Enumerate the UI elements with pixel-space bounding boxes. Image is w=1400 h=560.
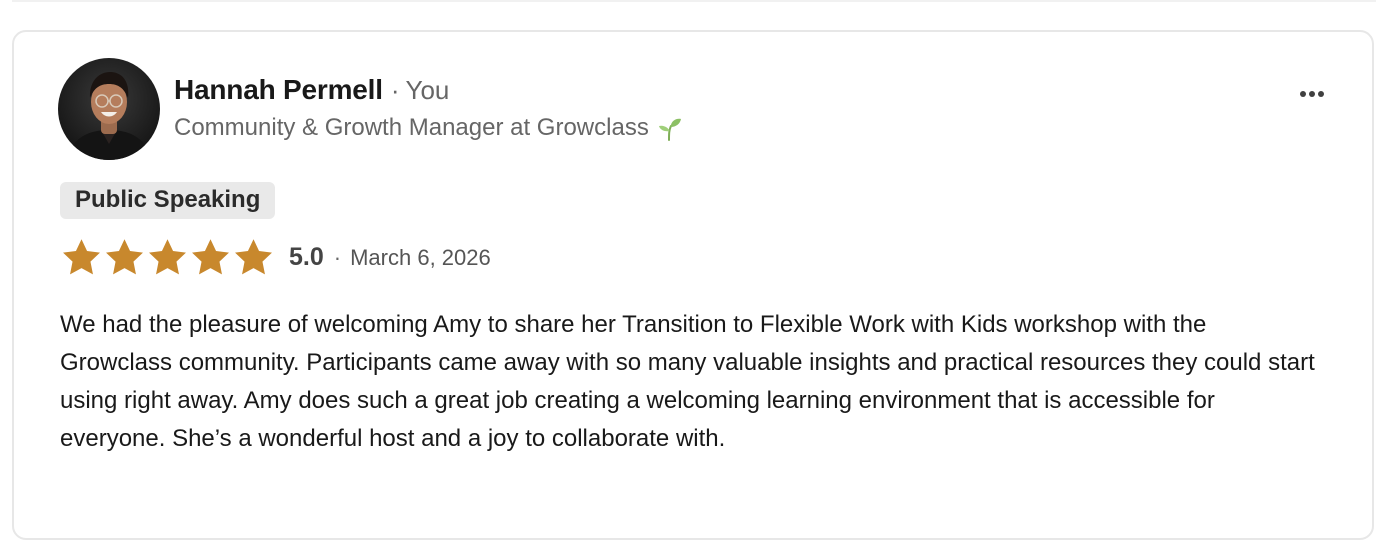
star-icon — [106, 239, 143, 275]
review-text: We had the pleasure of welcoming Amy to … — [60, 311, 1315, 452]
author-identity: Hannah Permell · You Community & Growth … — [174, 74, 683, 142]
author-headline: Community & Growth Manager at Growclass — [174, 114, 649, 141]
skill-tag: Public Speaking — [60, 182, 276, 219]
rating-row: 5.0 · March 6, 2026 — [60, 236, 491, 279]
ellipsis-icon — [1300, 91, 1324, 97]
star-icon — [63, 239, 100, 275]
more-options-button[interactable] — [1290, 74, 1334, 114]
previous-card-edge — [12, 0, 1376, 2]
sprout-icon — [657, 115, 683, 141]
avatar-photo — [58, 58, 160, 160]
author-name-row: Hannah Permell · You — [174, 74, 683, 106]
rating-separator: · — [333, 244, 342, 270]
review-date: March 6, 2026 — [350, 244, 491, 270]
avatar[interactable] — [58, 58, 160, 160]
review-header: Hannah Permell · You Community & Growth … — [58, 58, 683, 160]
author-name[interactable]: Hannah Permell — [174, 74, 383, 106]
name-separator: · — [390, 75, 400, 105]
author-headline-row: Community & Growth Manager at Growclass — [174, 114, 683, 142]
star-icon — [235, 239, 272, 275]
star-rating — [60, 236, 275, 279]
relation-label: You — [405, 75, 450, 105]
rating-score: 5.0 — [289, 243, 324, 271]
star-icon — [192, 239, 229, 275]
star-icon — [149, 239, 186, 275]
